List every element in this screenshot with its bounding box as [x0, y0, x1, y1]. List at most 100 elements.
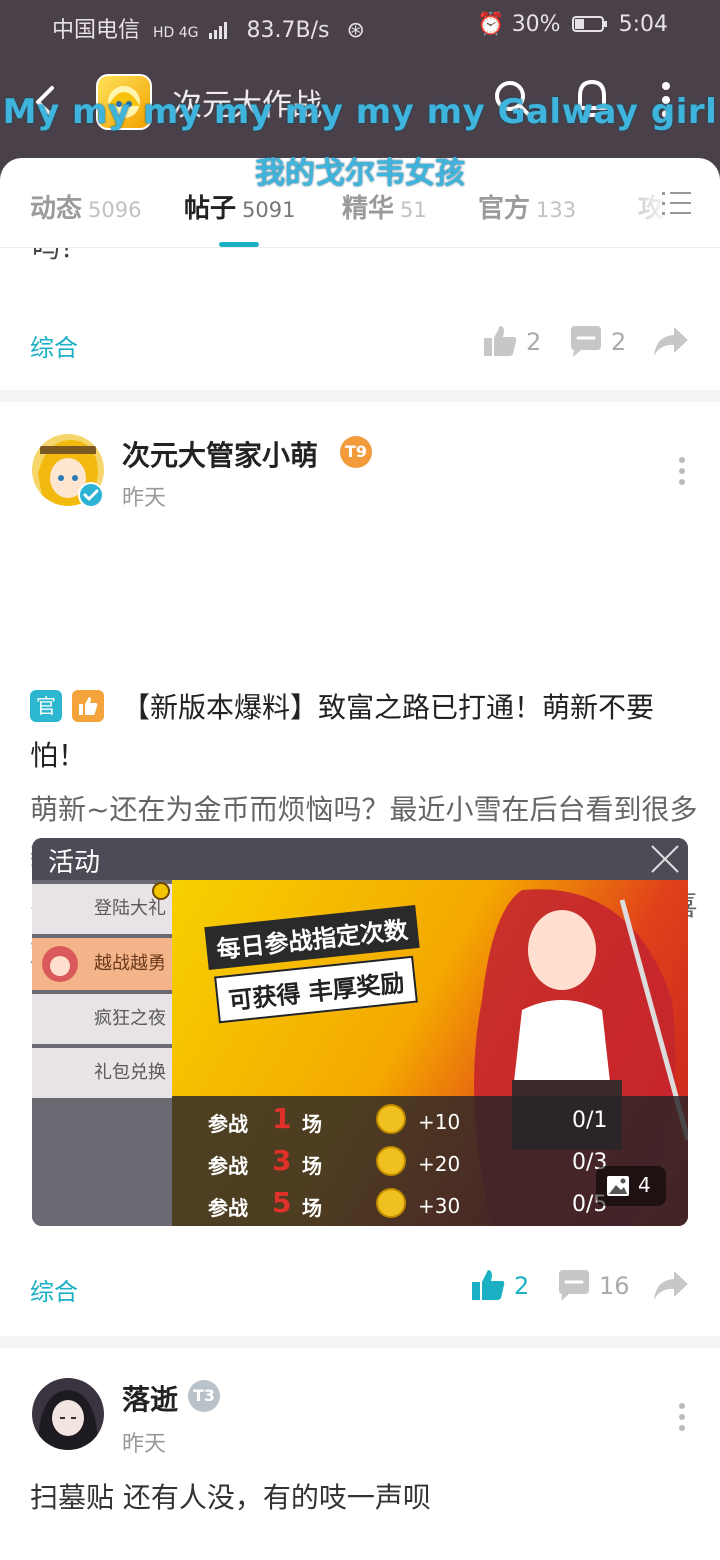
level-badge: T3	[188, 1380, 220, 1412]
post-tag[interactable]: 综合	[30, 1272, 78, 1307]
tab-count: 5096	[88, 198, 142, 222]
comment-count: 16	[599, 1272, 630, 1300]
tab-official[interactable]: 官方 133	[478, 188, 576, 225]
level-badge: T9	[340, 436, 372, 468]
reward-label: 参战	[208, 1154, 248, 1178]
status-right: ⏰ 30% 5:04	[477, 12, 668, 37]
status-bar: 中国电信 HD 4G 83.7B/s ⊛ ⏰ 30% 5:04	[0, 0, 720, 52]
alarm-icon: ⏰	[477, 12, 505, 37]
tab-posts[interactable]: 帖子 5091	[184, 188, 295, 225]
tab-menu-button[interactable]	[662, 190, 692, 216]
share-icon	[654, 1271, 688, 1300]
tab-featured[interactable]: 精华 51	[342, 188, 427, 225]
image-header-label: 活动	[48, 848, 101, 878]
prev-post-actions: 综合 2 2	[0, 320, 720, 370]
tab-dynamic[interactable]: 动态 5096	[30, 188, 141, 225]
reward-num: 5	[272, 1186, 292, 1219]
battery-percent: 30%	[511, 12, 561, 37]
share-button[interactable]	[652, 324, 692, 360]
reward-label-post: 场	[302, 1154, 322, 1178]
status-left: 中国电信 HD 4G 83.7B/s ⊛	[52, 12, 365, 44]
coin-icon	[376, 1188, 406, 1218]
reward-table: 参战 1 场 +10 0/1 参战 3 场 +20 0/3 参战 5 场 +30…	[172, 1096, 688, 1226]
tab-fade	[600, 178, 670, 238]
author-name[interactable]: 落逝	[122, 1378, 178, 1418]
like-button[interactable]: 2	[470, 1268, 540, 1304]
tab-count: 133	[536, 198, 577, 222]
share-button[interactable]	[652, 1268, 692, 1304]
verified-icon	[78, 482, 104, 508]
author-name[interactable]: 次元大管家小萌	[122, 434, 318, 474]
tab-count: 51	[400, 198, 427, 222]
content-sheet: 动态5096 帖子5091 精华51 官方133 攻 吗？ 综合 2 2	[0, 158, 720, 1560]
comment-button[interactable]: 2	[567, 324, 637, 360]
bell-icon	[574, 80, 610, 117]
avatar[interactable]	[32, 1378, 104, 1450]
side-menu-item: 疯狂之夜	[32, 994, 172, 1044]
back-button[interactable]	[28, 82, 68, 122]
post-image[interactable]: 活动 登陆大礼 越战越勇 疯狂之夜 礼包兑换 每日参战指定次数 可获得 丰厚奖励…	[32, 838, 688, 1226]
post-actions: 综合 2 16	[0, 1264, 720, 1314]
reward-row: 参战 1 场 +10 0/1	[172, 1102, 688, 1142]
like-count: 2	[514, 1272, 530, 1300]
reward-label-post: 场	[302, 1196, 322, 1220]
network-speed: 83.7B/s	[246, 18, 330, 43]
post-time: 昨天	[122, 1432, 167, 1457]
post-card[interactable]: 落逝 T3 昨天 扫墓贴 还有人没，有的吱一声呗	[0, 1348, 720, 1560]
top-bar: 次元大作战	[0, 60, 720, 150]
sync-icon: ⊛	[346, 18, 365, 43]
post-divider	[0, 390, 720, 402]
reward-num: 3	[272, 1144, 292, 1177]
comment-icon	[571, 326, 601, 357]
image-side-menu: 登陆大礼 越战越勇 疯狂之夜 礼包兑换	[32, 880, 172, 1226]
image-count-badge: 4	[596, 1166, 666, 1206]
reward-amount: +30	[418, 1194, 461, 1218]
like-button[interactable]: 2	[482, 324, 552, 360]
reward-label: 参战	[208, 1112, 248, 1136]
tab-label: 官方	[478, 194, 531, 224]
active-tab-indicator	[219, 242, 259, 247]
gallery-icon	[607, 1176, 629, 1196]
prev-post-clip: 吗？	[0, 248, 720, 270]
reward-amount: +10	[418, 1110, 461, 1134]
reward-amount: +20	[418, 1152, 461, 1176]
image-count: 4	[638, 1173, 651, 1197]
clock: 5:04	[618, 12, 668, 37]
reward-label-post: 场	[302, 1112, 322, 1136]
tab-label: 动态	[30, 194, 83, 224]
search-button[interactable]	[492, 78, 532, 118]
list-menu-icon	[662, 192, 691, 215]
reward-num: 1	[272, 1102, 292, 1135]
back-arrow-icon	[36, 86, 54, 118]
image-header-bar: 活动	[32, 838, 688, 880]
app-icon[interactable]	[96, 74, 152, 130]
share-icon	[654, 327, 688, 356]
post-more-icon[interactable]	[676, 1402, 688, 1432]
side-menu-item: 登陆大礼	[32, 884, 172, 934]
coin-icon	[376, 1104, 406, 1134]
comment-icon	[559, 1270, 589, 1301]
notification-button[interactable]	[572, 76, 612, 120]
thumbs-up-icon	[472, 1270, 505, 1300]
tab-bar: 动态5096 帖子5091 精华51 官方133 攻	[0, 158, 720, 248]
forum-title: 次元大作战	[172, 88, 322, 123]
tab-label: 帖子	[184, 194, 237, 224]
post-more-icon[interactable]	[676, 456, 688, 486]
comment-count: 2	[611, 328, 627, 356]
network-indicator: HD 4G	[153, 25, 199, 41]
carrier-label: 中国电信	[52, 18, 141, 43]
reward-progress: 0/1	[572, 1108, 608, 1133]
tab-label: 精华	[342, 194, 395, 224]
coin-icon	[376, 1146, 406, 1176]
search-icon	[495, 81, 531, 117]
post-more-button[interactable]	[676, 614, 688, 644]
signal-icon	[208, 20, 230, 39]
more-menu-button[interactable]	[654, 78, 678, 122]
post-body[interactable]: 扫墓贴 还有人没，有的吱一声呗	[30, 1474, 700, 1522]
battery-icon	[571, 14, 608, 32]
side-menu-item: 礼包兑换	[32, 1048, 172, 1098]
post-time: 昨天	[122, 486, 167, 511]
post-tag[interactable]: 综合	[30, 328, 78, 363]
comment-button[interactable]: 16	[555, 1268, 635, 1304]
post-title[interactable]: 【新版本爆料】致富之路已打通！萌新不要怕！	[30, 684, 700, 780]
